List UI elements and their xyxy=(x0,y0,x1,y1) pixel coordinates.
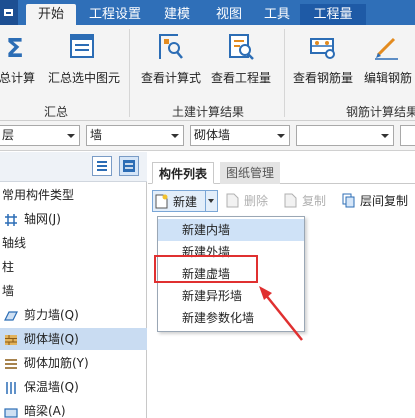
insulation-wall-icon xyxy=(4,380,18,394)
delete-button[interactable]: 删除 xyxy=(224,190,272,212)
subtype-select[interactable]: 砌体墙 xyxy=(190,125,290,146)
new-dropdown-toggle[interactable] xyxy=(206,190,218,212)
grid-view-icon xyxy=(123,160,135,172)
view-rebar-button[interactable]: 查看钢筋量 xyxy=(290,31,356,93)
extra-select[interactable] xyxy=(400,125,415,146)
view-rebar-icon xyxy=(308,31,338,63)
tree-item-axis-grid[interactable]: 轴网(J) xyxy=(0,208,147,230)
ribbon: Σ 总计算 汇总选中图元 汇总 查看计算式 查看工程量 土建计算结果 查看钢筋量… xyxy=(0,25,415,121)
tab-component-list[interactable]: 构件列表 xyxy=(152,162,215,184)
tree-item-column[interactable]: 柱 xyxy=(0,256,147,278)
tab-drawing-management[interactable]: 图纸管理 xyxy=(220,162,281,184)
view-formula-icon xyxy=(156,31,186,63)
tree-list-icon xyxy=(97,161,107,171)
tab-view[interactable]: 视图 xyxy=(206,4,252,25)
summary-selected-icon xyxy=(68,31,98,63)
chevron-down-icon xyxy=(277,134,285,138)
tree-item-hidden-beam[interactable]: 暗梁(A) xyxy=(0,400,147,418)
chevron-down-icon xyxy=(208,199,214,203)
chevron-down-icon xyxy=(67,134,75,138)
tree-item-wall[interactable]: 墙 xyxy=(0,280,147,302)
sigma-icon: Σ xyxy=(2,31,32,64)
chevron-down-icon xyxy=(171,134,179,138)
hidden-beam-icon xyxy=(4,404,18,418)
tab-quantities[interactable]: 工程量 xyxy=(300,4,366,25)
icon-view-button[interactable] xyxy=(119,156,139,176)
tree-root-common-types[interactable]: 常用构件类型 xyxy=(0,184,147,206)
group-separator xyxy=(284,29,285,117)
menu-item-new-inner-wall[interactable]: 新建内墙 xyxy=(158,219,304,241)
annotation-highlight-box xyxy=(154,255,258,283)
group-label-summary: 汇总 xyxy=(44,105,69,119)
total-calc-button[interactable]: Σ 总计算 xyxy=(0,31,40,93)
new-button[interactable]: 新建 xyxy=(152,190,206,212)
menu-item-new-parametric-wall[interactable]: 新建参数化墙 xyxy=(158,307,304,329)
tree-item-insulation-wall[interactable]: 保温墙(Q) xyxy=(0,376,147,398)
component-tree-panel: 常用构件类型 轴网(J) 轴线 柱 墙 剪力墙(Q) 砌体墙(Q) 砌体加筋(Y… xyxy=(0,152,147,418)
delete-icon xyxy=(226,193,239,208)
tab-start[interactable]: 开始 xyxy=(26,4,76,25)
shear-wall-icon xyxy=(4,308,18,322)
tree-item-axis-line[interactable]: 轴线 xyxy=(0,232,147,254)
filter-row: 层 墙 砌体墙 xyxy=(0,121,415,151)
masonry-wall-icon xyxy=(4,332,18,346)
copy-between-floors-button[interactable]: 层间复制 xyxy=(340,190,415,212)
floor-select[interactable]: 层 xyxy=(0,125,80,146)
tab-tools[interactable]: 工具 xyxy=(254,4,300,25)
axis-grid-icon xyxy=(4,212,18,226)
group-label-civil-results: 土建计算结果 xyxy=(172,105,245,119)
svg-text:Σ: Σ xyxy=(6,34,24,63)
menu-bar: 开始 工程设置 建模 视图 工具 工程量 xyxy=(0,0,415,25)
tree-item-masonry-wall[interactable]: 砌体墙(Q) xyxy=(0,328,147,350)
group-label-rebar-results: 钢筋计算结果 xyxy=(346,105,415,119)
edit-rebar-button[interactable]: 编辑钢筋 xyxy=(360,31,415,93)
edit-rebar-icon xyxy=(372,31,402,63)
copy-button[interactable]: 复制 xyxy=(282,190,330,212)
tree-view-button[interactable] xyxy=(92,156,112,176)
summary-selected-button[interactable]: 汇总选中图元 xyxy=(46,31,122,93)
view-quantity-icon xyxy=(226,31,256,63)
group-separator xyxy=(129,29,130,117)
tab-project-settings[interactable]: 工程设置 xyxy=(80,4,150,25)
tree-toolbar xyxy=(0,152,147,182)
tree-item-masonry-rebar[interactable]: 砌体加筋(Y) xyxy=(0,352,147,374)
chevron-down-icon xyxy=(381,134,389,138)
new-document-icon xyxy=(155,194,168,209)
panel-tabs: 构件列表 图纸管理 xyxy=(148,162,415,184)
type-select[interactable]: 墙 xyxy=(86,125,184,146)
component-select[interactable] xyxy=(296,125,394,146)
tab-modeling[interactable]: 建模 xyxy=(154,4,200,25)
component-toolbar: 新建 删除 复制 层间复制 xyxy=(148,186,415,214)
masonry-rebar-icon xyxy=(4,356,18,370)
menu-item-new-irregular-wall[interactable]: 新建异形墙 xyxy=(158,285,304,307)
view-formula-button[interactable]: 查看计算式 xyxy=(138,31,204,93)
view-quantity-button[interactable]: 查看工程量 xyxy=(208,31,274,93)
app-menu-button[interactable] xyxy=(0,0,18,25)
copy-icon xyxy=(284,193,297,208)
tree-item-shear-wall[interactable]: 剪力墙(Q) xyxy=(0,304,147,326)
copy-floors-icon xyxy=(342,193,355,208)
